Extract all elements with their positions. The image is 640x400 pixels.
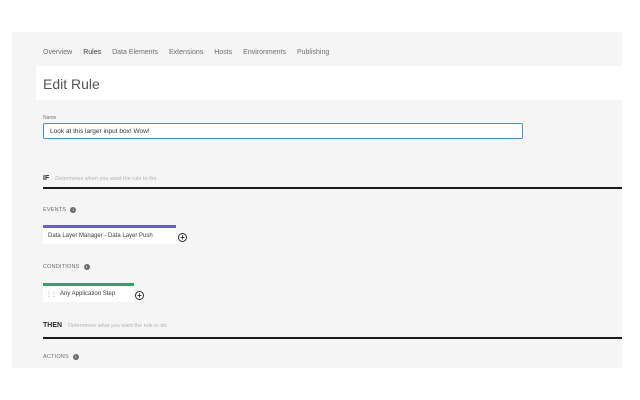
drag-handle-icon[interactable]: ⋮⋮ — [43, 291, 57, 298]
if-header: IF Determines when you want the rule to … — [43, 175, 157, 182]
rule-name-input[interactable] — [43, 123, 523, 139]
tab-data-elements[interactable]: Data Elements — [112, 48, 158, 62]
then-keyword: THEN — [43, 322, 63, 329]
rule-editor-panel: Overview Rules Data Elements Extensions … — [12, 32, 622, 368]
tab-publishing[interactable]: Publishing — [297, 48, 329, 62]
tab-environments[interactable]: Environments — [243, 48, 286, 62]
condition-card-color-bar — [43, 283, 134, 286]
tab-overview[interactable]: Overview — [43, 48, 72, 62]
info-icon[interactable]: i — [83, 264, 90, 270]
then-divider — [43, 337, 622, 339]
event-card[interactable]: Data Layer Manager - Data Layer Push — [43, 225, 176, 244]
conditions-label: CONDITIONS — [43, 264, 80, 270]
if-hint: Determines when you want the rule to fir… — [55, 175, 157, 182]
add-event-button[interactable]: + — [178, 233, 187, 242]
name-field-label: Name — [43, 115, 57, 121]
tab-extensions[interactable]: Extensions — [169, 48, 203, 62]
event-card-color-bar — [43, 225, 176, 228]
tab-rules[interactable]: Rules — [83, 48, 101, 62]
condition-card-label: Any Application Step — [60, 291, 116, 297]
then-header: THEN Determines what you want the rule t… — [43, 322, 167, 329]
if-divider — [43, 187, 622, 189]
actions-label: ACTIONS — [43, 354, 69, 360]
tab-hosts[interactable]: Hosts — [214, 48, 232, 62]
if-keyword: IF — [43, 175, 50, 182]
info-icon[interactable]: i — [72, 354, 79, 360]
add-condition-button[interactable]: + — [135, 291, 144, 300]
title-card: Edit Rule — [36, 66, 622, 100]
condition-card[interactable]: ⋮⋮ Any Application Step — [43, 283, 134, 302]
conditions-section-label: CONDITIONS i — [43, 264, 90, 270]
actions-section-label: ACTIONS i — [43, 354, 79, 360]
event-card-label: Data Layer Manager - Data Layer Push — [48, 233, 153, 239]
then-hint: Determines what you want the rule to do — [68, 322, 167, 329]
events-section-label: EVENTS i — [43, 207, 77, 213]
page-title: Edit Rule — [43, 76, 100, 92]
events-label: EVENTS — [43, 207, 67, 213]
top-nav-tabs: Overview Rules Data Elements Extensions … — [43, 48, 340, 62]
info-icon[interactable]: i — [70, 207, 77, 213]
